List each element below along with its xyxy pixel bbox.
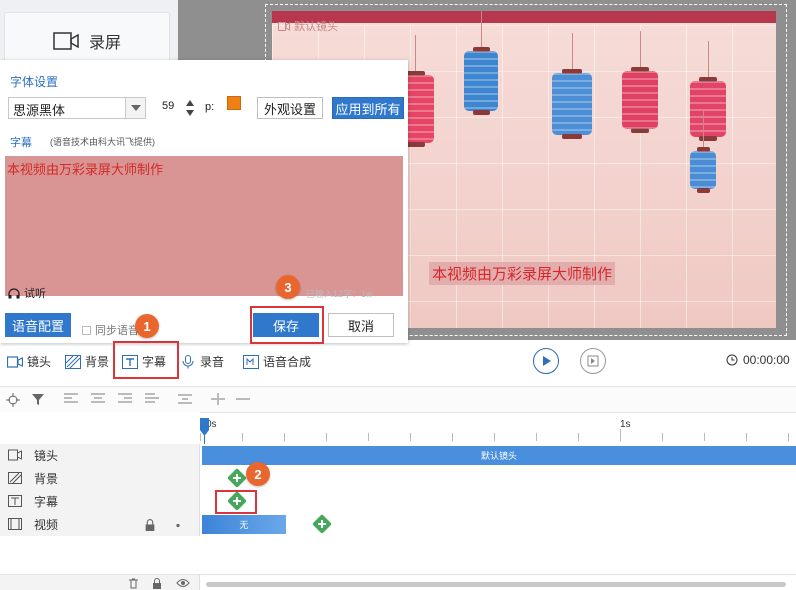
track-subtitle: 字幕 [0,489,796,513]
next-frame-button[interactable] [580,348,606,374]
timeline-ruler[interactable]: 0s 1s [200,412,796,442]
highlight-subtitle-tool [113,341,179,379]
distribute-icon[interactable] [178,393,192,405]
align-icon[interactable] [64,393,78,405]
step-badge: 1 [135,314,159,338]
text-icon [8,495,22,507]
sync-voice-checkbox[interactable]: 同步语音 [82,322,139,338]
highlight-save-button [250,306,324,344]
listen-button[interactable]: 试听 [8,285,46,301]
trash-icon[interactable] [128,578,139,589]
locate-icon[interactable] [6,393,20,407]
step-badge: 2 [246,462,270,486]
p-label: p: [205,101,215,113]
tool-speech-synthesis[interactable]: 语音合成 [243,353,311,370]
track-background: 背景 [0,466,796,490]
align-icon[interactable] [145,393,159,405]
tool-camera[interactable]: 镜头 [7,353,51,370]
zoom-out-icon[interactable] [236,393,250,405]
highlight-add-subtitle [215,490,257,514]
add-video-button[interactable] [312,513,332,534]
lantern-decoration [690,111,716,193]
camera-icon [53,32,79,50]
subtitle-text: 本视频由万彩录屏大师制作 [7,162,164,177]
camera-icon [8,449,22,461]
appearance-button[interactable]: 外观设置 [257,97,323,119]
add-background-button[interactable] [227,467,247,488]
checkbox[interactable] [82,325,91,335]
film-icon [8,518,22,530]
subtitle-panel: 字体设置 思源黑体 59 p: 外观设置 应用到所有 字幕 (语音技术由科大讯飞… [0,60,408,343]
lock-icon[interactable] [152,578,162,589]
play-button[interactable] [533,348,559,374]
cancel-button[interactable]: 取消 [328,313,394,337]
subtitle-text-area[interactable]: 本视频由万彩录屏大师制作 [5,156,403,296]
lantern-decoration [622,31,658,133]
chevron-down-icon[interactable] [125,98,145,118]
track-camera: 镜头 默认镜头 [0,443,796,467]
camera-icon [7,355,23,368]
preview-subtitle[interactable]: 本视频由万彩录屏大师制作 [429,262,616,285]
font-select[interactable]: 思源黑体 [8,97,146,119]
video-clip[interactable]: 无 [202,514,286,534]
tool-record-audio[interactable]: 录音 [180,353,224,370]
dot-icon[interactable] [171,519,185,531]
apply-all-button[interactable]: 应用到所有 [332,97,404,119]
timeline-scrollbar[interactable] [206,582,786,587]
playhead[interactable] [200,418,209,444]
lock-icon[interactable] [143,518,157,531]
camera-clip[interactable]: 默认镜头 [202,445,796,465]
headphones-icon [8,287,20,298]
play-icon [543,356,551,366]
step-badge: 3 [276,275,300,299]
time-display: 00:00:00 [726,353,790,367]
font-size-value[interactable]: 59 [162,100,174,112]
align-icon[interactable] [118,393,132,405]
font-size-stepper[interactable] [184,97,196,119]
subtitle-section-title: 字幕 [10,137,32,149]
camera-label: 默认镜头 [278,18,338,34]
char-count: 已输入12字：1w [306,289,373,299]
filter-icon[interactable] [32,393,44,406]
speech-synthesis-icon [243,354,259,369]
track-video: 视频 无 [0,512,796,536]
camera-small-icon [278,21,290,31]
font-color-swatch[interactable] [227,96,241,110]
voice-config-button[interactable]: 语音配置 [5,313,71,337]
lantern-decoration [690,41,726,141]
next-frame-icon [587,355,599,367]
tool-background[interactable]: 背景 [65,353,109,370]
voice-hint: (语音技术由科大讯飞提供) [50,137,155,147]
font-settings-title: 字体设置 [10,75,59,89]
microphone-icon [182,354,194,368]
background-icon [65,354,81,369]
zoom-in-icon[interactable] [211,393,225,405]
record-label: 录屏 [88,35,121,52]
background-icon [8,472,22,484]
lantern-decoration [464,11,498,115]
eye-icon[interactable] [176,578,190,588]
clock-icon [726,354,738,366]
font-name: 思源黑体 [13,103,66,118]
timeline-toolbar [0,386,796,412]
ruler-label: 1s [620,419,631,430]
align-icon[interactable] [91,393,105,405]
lantern-decoration [552,33,592,139]
